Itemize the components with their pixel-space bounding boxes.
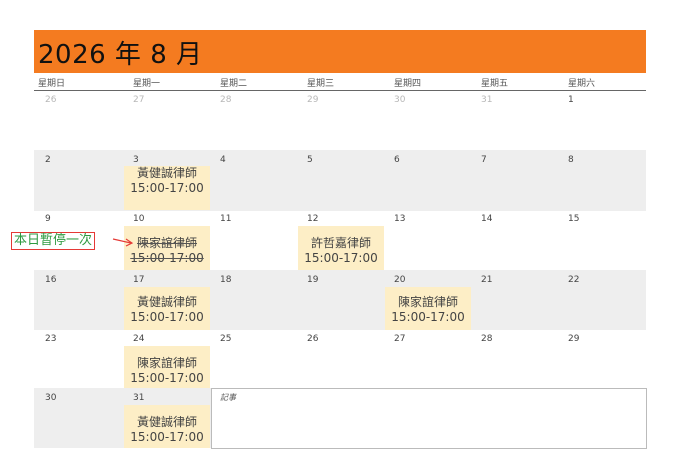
day-cell[interactable]: 10 <box>133 214 144 224</box>
event-card[interactable]: 陳家誼律師 15:00-17:00 <box>124 346 210 388</box>
weekday-wed: 星期三 <box>307 79 335 89</box>
day-cell[interactable]: 2 <box>45 155 51 165</box>
day-cell[interactable]: 26 <box>45 95 56 105</box>
weekday-thu: 星期四 <box>394 79 422 89</box>
day-cell[interactable]: 18 <box>220 275 231 285</box>
day-cell[interactable]: 7 <box>481 155 487 165</box>
day-cell[interactable]: 20 <box>394 275 405 285</box>
day-cell[interactable]: 14 <box>481 214 492 224</box>
week-row-1 <box>34 91 646 150</box>
day-cell[interactable]: 31 <box>481 95 492 105</box>
day-cell[interactable]: 23 <box>45 334 56 344</box>
day-cell[interactable]: 29 <box>568 334 579 344</box>
day-cell[interactable]: 29 <box>307 95 318 105</box>
event-time: 15:00-17:00 <box>130 310 204 324</box>
event-lawyer: 黃健誠律師 <box>136 415 197 429</box>
event-time: 15:00-17:00 <box>130 181 204 195</box>
event-time: 15:00-17:00 <box>130 430 204 444</box>
day-cell[interactable]: 24 <box>133 334 144 344</box>
day-cell[interactable]: 31 <box>133 393 144 403</box>
weekday-fri: 星期五 <box>481 79 509 89</box>
event-card[interactable]: 黃健誠律師 15:00-17:00 <box>124 287 210 330</box>
pause-annotation: 本日暫停一次 <box>11 232 96 250</box>
day-cell[interactable]: 6 <box>394 155 400 165</box>
event-time: 15:00-17:00 <box>391 310 465 324</box>
day-cell[interactable]: 30 <box>394 95 405 105</box>
notes-box[interactable]: 記事 <box>211 388 647 449</box>
day-cell[interactable]: 4 <box>220 155 226 165</box>
event-card[interactable]: 黃健誠律師 15:00-17:00 <box>124 405 210 448</box>
month-banner: 2026 年 8 月 <box>34 30 646 73</box>
weekday-sun: 星期日 <box>38 79 66 89</box>
event-card[interactable]: 黃健誠律師 15:00-17:00 <box>124 166 210 210</box>
event-card-cancelled[interactable]: 陳家誼律師 15:00-17:00 <box>124 226 210 270</box>
weekday-mon: 星期一 <box>133 79 161 89</box>
day-cell[interactable]: 8 <box>568 155 574 165</box>
day-cell[interactable]: 25 <box>220 334 231 344</box>
event-lawyer: 陳家誼律師 <box>136 356 197 370</box>
event-lawyer: 陳家誼律師 <box>136 236 197 250</box>
day-cell[interactable]: 21 <box>481 275 492 285</box>
day-cell[interactable]: 1 <box>568 95 574 105</box>
day-cell[interactable]: 15 <box>568 214 579 224</box>
day-cell[interactable]: 3 <box>133 155 139 165</box>
event-time: 15:00-17:00 <box>130 371 204 385</box>
weekday-sat: 星期六 <box>568 79 596 89</box>
day-cell[interactable]: 26 <box>307 334 318 344</box>
day-cell[interactable]: 22 <box>568 275 579 285</box>
event-lawyer: 黃健誠律師 <box>136 295 197 309</box>
day-cell[interactable]: 27 <box>133 95 144 105</box>
arrow-right-icon <box>112 238 134 247</box>
day-cell[interactable]: 28 <box>481 334 492 344</box>
event-time: 15:00-17:00 <box>304 251 378 265</box>
month-title: 2026 年 8 月 <box>38 40 203 70</box>
day-cell[interactable]: 16 <box>45 275 56 285</box>
event-card[interactable]: 陳家誼律師 15:00-17:00 <box>385 287 471 330</box>
event-lawyer: 許哲嘉律師 <box>310 236 371 250</box>
day-cell[interactable]: 19 <box>307 275 318 285</box>
day-cell[interactable]: 30 <box>45 393 56 403</box>
weekday-tue: 星期二 <box>220 79 248 89</box>
day-cell[interactable]: 27 <box>394 334 405 344</box>
notes-label: 記事 <box>220 393 236 402</box>
day-cell[interactable]: 5 <box>307 155 313 165</box>
day-cell[interactable]: 12 <box>307 214 318 224</box>
event-lawyer: 黃健誠律師 <box>136 166 197 180</box>
day-cell[interactable]: 28 <box>220 95 231 105</box>
event-card[interactable]: 許哲嘉律師 15:00-17:00 <box>298 226 384 270</box>
day-cell[interactable]: 11 <box>220 214 231 224</box>
event-time: 15:00-17:00 <box>130 251 204 265</box>
event-lawyer: 陳家誼律師 <box>397 295 458 309</box>
day-cell[interactable]: 17 <box>133 275 144 285</box>
day-cell[interactable]: 13 <box>394 214 405 224</box>
weekday-header: 星期日 星期一 星期二 星期三 星期四 星期五 星期六 <box>34 76 646 90</box>
day-cell[interactable]: 9 <box>45 214 51 224</box>
